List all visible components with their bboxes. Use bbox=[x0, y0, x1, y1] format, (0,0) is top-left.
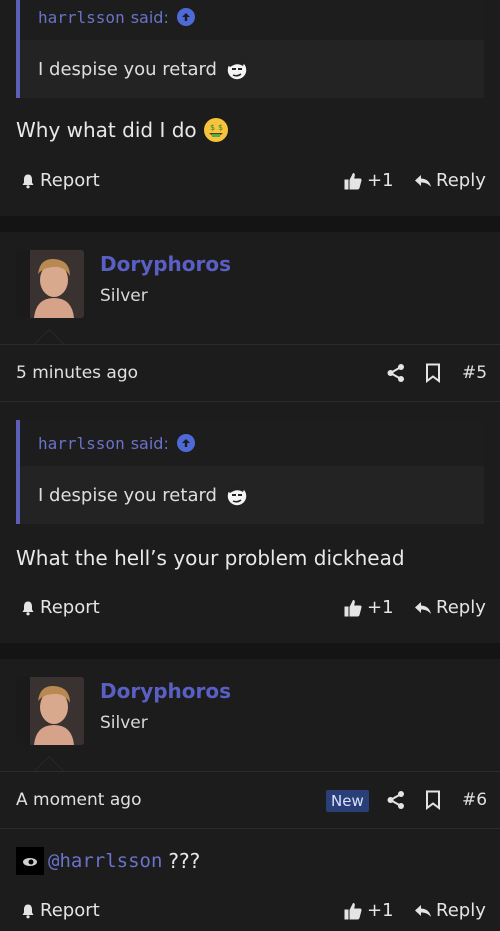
reply-button[interactable]: Reply bbox=[414, 900, 486, 921]
user-rank: Silver bbox=[100, 286, 148, 306]
like-count: +1 bbox=[367, 900, 394, 921]
user-header: Doryphoros Silver bbox=[0, 232, 500, 344]
quote-author[interactable]: harrlsson bbox=[38, 8, 125, 27]
avatar[interactable] bbox=[16, 250, 84, 318]
post-message-text: ??? bbox=[168, 849, 201, 873]
reply-arrow-icon bbox=[415, 174, 431, 187]
bookmark-icon[interactable] bbox=[425, 790, 441, 814]
quote-block: harrlsson said: I despise you retard bbox=[16, 0, 484, 98]
mention-avatar bbox=[16, 847, 44, 875]
bell-icon bbox=[22, 174, 34, 188]
bookmark-icon[interactable] bbox=[425, 363, 441, 387]
like-count: +1 bbox=[367, 597, 394, 618]
report-label: Report bbox=[40, 597, 100, 618]
report-label: Report bbox=[40, 170, 100, 191]
post-number[interactable]: #5 bbox=[462, 363, 487, 383]
quote-author[interactable]: harrlsson bbox=[38, 434, 125, 453]
header-pointer bbox=[33, 756, 65, 772]
reply-label: Reply bbox=[436, 170, 486, 191]
thumbs-up-icon bbox=[344, 172, 362, 189]
new-badge: New bbox=[326, 790, 369, 812]
thumbs-up-icon bbox=[344, 902, 362, 919]
post-actions: Report +1 Reply bbox=[0, 593, 500, 623]
reply-arrow-icon bbox=[415, 601, 431, 614]
svg-text:$: $ bbox=[218, 123, 223, 132]
post-timestamp[interactable]: 5 minutes ago bbox=[16, 363, 138, 383]
quote-header[interactable]: harrlsson said: bbox=[20, 0, 484, 40]
post-message-text: Why what did I do bbox=[16, 118, 197, 142]
post-separator bbox=[0, 643, 500, 659]
jump-to-quote-icon[interactable] bbox=[176, 434, 195, 452]
quote-block: harrlsson said: I despise you retard bbox=[16, 420, 484, 524]
post-5-body: harrlsson said: I despise you retard Wha… bbox=[0, 402, 500, 659]
quote-said-label: said: bbox=[130, 7, 169, 27]
report-label: Report bbox=[40, 900, 100, 921]
post-separator bbox=[0, 216, 500, 232]
username[interactable]: Doryphoros bbox=[100, 679, 231, 703]
quote-header[interactable]: harrlsson said: bbox=[20, 420, 484, 466]
post-message: Why what did I do $ $ bbox=[16, 116, 230, 144]
post-actions: Report +1 Reply bbox=[0, 166, 500, 196]
bell-icon bbox=[22, 904, 34, 918]
reply-button[interactable]: Reply bbox=[414, 597, 486, 618]
avatar[interactable] bbox=[16, 677, 84, 745]
post-number[interactable]: #6 bbox=[462, 790, 487, 810]
like-count: +1 bbox=[367, 170, 394, 191]
post-message: What the hell’s your problem dickhead bbox=[16, 546, 405, 570]
reply-label: Reply bbox=[436, 597, 486, 618]
reply-label: Reply bbox=[436, 900, 486, 921]
thumbs-up-icon bbox=[344, 599, 362, 616]
report-button[interactable]: Report bbox=[20, 597, 100, 618]
username[interactable]: Doryphoros bbox=[100, 252, 231, 276]
quote-body: I despise you retard bbox=[20, 40, 484, 98]
header-pointer bbox=[33, 329, 65, 345]
jump-to-quote-icon[interactable] bbox=[176, 8, 195, 26]
report-button[interactable]: Report bbox=[20, 170, 100, 191]
svg-text:$: $ bbox=[210, 123, 215, 132]
reply-button[interactable]: Reply bbox=[414, 170, 486, 191]
post-6-body: @harrlsson ??? Report +1 Reply bbox=[0, 829, 500, 931]
report-button[interactable]: Report bbox=[20, 900, 100, 921]
quote-said-label: said: bbox=[130, 433, 169, 453]
like-button[interactable]: +1 bbox=[343, 597, 394, 618]
post-1: harrlsson said: I despise you retard Why… bbox=[0, 0, 500, 216]
quote-body: I despise you retard bbox=[20, 466, 484, 524]
smug-face-emoji-icon bbox=[223, 481, 251, 509]
share-icon[interactable] bbox=[386, 790, 406, 814]
user-rank: Silver bbox=[100, 713, 148, 733]
post-message: @harrlsson ??? bbox=[16, 847, 200, 875]
money-mouth-emoji-icon: $ $ bbox=[202, 116, 230, 144]
quote-text: I despise you retard bbox=[38, 484, 217, 506]
user-mention-link[interactable]: @harrlsson bbox=[48, 850, 162, 872]
post-actions: Report +1 Reply bbox=[0, 896, 500, 926]
bell-icon bbox=[22, 601, 34, 615]
quote-text: I despise you retard bbox=[38, 58, 217, 80]
smug-face-emoji-icon bbox=[223, 55, 251, 83]
like-button[interactable]: +1 bbox=[343, 900, 394, 921]
like-button[interactable]: +1 bbox=[343, 170, 394, 191]
user-header: Doryphoros Silver bbox=[0, 659, 500, 771]
share-icon[interactable] bbox=[386, 363, 406, 387]
post-meta-bar: A moment ago New #6 bbox=[0, 771, 500, 829]
post-meta-bar: 5 minutes ago #5 bbox=[0, 344, 500, 402]
reply-arrow-icon bbox=[415, 904, 431, 917]
post-timestamp[interactable]: A moment ago bbox=[16, 790, 141, 810]
